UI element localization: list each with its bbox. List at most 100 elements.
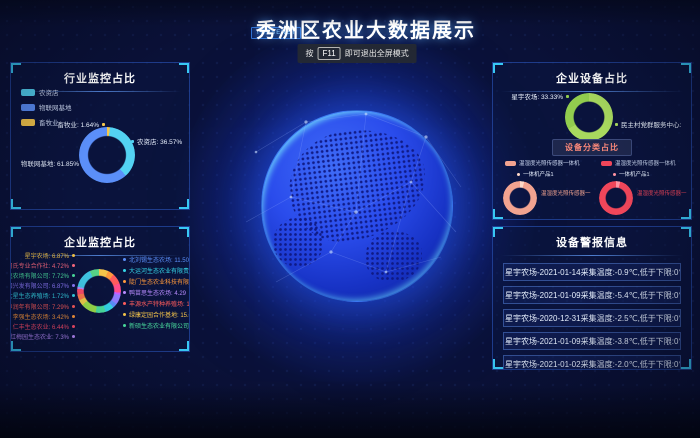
chart-label-text: 畜牧业: 1.64% [57, 119, 99, 129]
enterprise-monitor-panel: 企业监控占比 星宇农场: 6.87% 秀洲周氏专业合作社: 4.72% 家庭农场… [10, 226, 190, 352]
alarm-text: 星宇农场-2021-01-09采集温度:-5.4℃,低于下限:0℃ [505, 291, 681, 300]
label-dot [82, 162, 85, 165]
label-dot [123, 258, 126, 261]
panel-title: 行业监控占比 [11, 63, 189, 86]
legend-label: 温湿度光照传感器一体机 [519, 159, 580, 167]
chart-label: 七星生态养殖场: 1.72% [13, 291, 75, 301]
label-dot [123, 324, 126, 327]
enterprise-left-labels: 星宇农场: 6.87% 秀洲周氏专业合作社: 4.72% 家庭农场有限公司: 7… [13, 250, 75, 342]
legend-swatch [21, 104, 35, 111]
alarm-row: 星宇农场-2020-12-31采集温度:-2.5℃,低于下限:0℃ [503, 309, 681, 327]
chart-label-text: 中润年有限公司: 7.29% [10, 302, 69, 311]
alarm-row: 星宇农场-2021-01-09采集温度:-3.8℃,低于下限:0℃ [503, 332, 681, 350]
chart-label-text: 物联网基地: 61.85% [21, 158, 79, 168]
industry-monitor-panel: 行业监控占比 农资店 物联网基地 畜牧业 畜牧业 [10, 62, 190, 210]
legend-item[interactable]: 温湿度光照传感器一体机 [505, 159, 595, 167]
chart-label-text: 仁丰生态农业: 6.44% [13, 322, 69, 331]
chart-label-text: 民主村党群服务中心: [621, 119, 681, 129]
alarm-text: 星宇农场-2021-01-14采集温度:-0.9℃,低于下限:0℃ [505, 268, 681, 277]
chart-label: 仁丰生态农业: 6.44% [13, 321, 75, 331]
chart-label: 畜牧业: 1.64% [19, 119, 105, 129]
panel-title: 设备警报信息 [493, 227, 691, 250]
chart-label: 中润年有限公司: 7.29% [13, 301, 75, 311]
tip-suffix: 即可退出全屏模式 [345, 48, 409, 59]
alarm-text: 星宇农场-2021-01-09采集温度:-3.8℃,低于下限:0℃ [505, 337, 681, 346]
chart-label-text: 星宇农场: 6.87% [25, 251, 69, 260]
label-dot [72, 315, 75, 318]
label-dot [566, 95, 569, 98]
device-class-title: 设备分类占比 [552, 139, 632, 156]
label-dot [615, 123, 618, 126]
label-dot [72, 254, 75, 257]
chart-label: 丰源水产特种养殖场: 1. [123, 298, 189, 309]
label-dot [72, 264, 75, 267]
chart-label: 物联网基地: 61.85% [13, 158, 85, 168]
chart-label-text: 新硕生态农业有限公司: 6.87% [129, 321, 189, 330]
label-dot [72, 305, 75, 308]
label-dot [517, 173, 520, 176]
device-class-chart-group: 温湿度光照传感器一体机 一体机产品1 温湿度光照传感器一 [595, 157, 691, 215]
globe [261, 110, 453, 302]
device-class-chart-group: 温湿度光照传感器一体机 一体机产品1 温湿度光照传感器一 [499, 157, 595, 215]
label-dot [123, 269, 126, 272]
alarm-row: 星宇农场-2021-01-14采集温度:-0.9℃,低于下限:0℃ [503, 263, 681, 281]
chart-label: 鸭苗思生态农场: 4.29 [123, 287, 189, 298]
chart-label: 家庭农场有限公司: 7.72% [13, 270, 75, 280]
label-dot [72, 335, 75, 338]
enterprise-donut-chart[interactable] [77, 269, 121, 313]
chart-label: 红梅园生态农业: 7.3% [13, 332, 75, 342]
legend-item[interactable]: 农资店 [21, 87, 72, 97]
chart-label-text: 北刘锡生态农场: 11.50% [129, 255, 189, 264]
label-dot [123, 291, 126, 294]
device-donut-chart[interactable] [565, 93, 613, 141]
alarm-row: 星宇农场-2021-01-09采集温度:-5.4℃,低于下限:0℃ [503, 286, 681, 304]
label-dot [123, 313, 126, 316]
chart-label-text: 家庭农场有限公司: 7.72% [10, 271, 69, 280]
chart-label: 国兴发有限公司: 6.87% [13, 281, 75, 291]
f11-key-badge: F11 [318, 47, 341, 60]
legend-item[interactable]: 温湿度光照传感器一体机 [601, 159, 691, 167]
legend-swatch [601, 161, 612, 166]
device-class-donut-right[interactable] [599, 181, 633, 215]
globe-continents [365, 231, 422, 282]
device-class-donut-left[interactable] [503, 181, 537, 215]
panel-title: 企业设备占比 [493, 63, 691, 86]
tip-prefix: 按 [306, 48, 314, 59]
device-ratio-panel: 企业设备占比 星宇农场: 33.33% 民主村党群服务中心: 设备分类占比 温湿… [492, 62, 692, 220]
legend-swatch [21, 89, 35, 96]
enterprise-right-labels: 北刘锡生态农场: 11.50% 大运河生态农业有限责任公 陡门生态农业科技有限公… [123, 254, 189, 331]
alarm-text: 星宇农场-2020-12-31采集温度:-2.5℃,低于下限:0℃ [505, 314, 681, 323]
legend-item[interactable]: 物联网基地 [21, 102, 72, 112]
device-alarm-panel: 设备警报信息 星宇农场-2021-01-14采集温度:-0.9℃,低于下限:0℃… [492, 226, 692, 370]
chart-label-text: 一体机产品1 [619, 170, 650, 178]
chart-label-text: 七星生态养殖场: 1.72% [10, 291, 69, 300]
legend-swatch [505, 161, 516, 166]
chart-label: 陡门生态农业科技有限公 [123, 276, 189, 287]
chart-label-text: 温湿度光照传感器一 [637, 189, 691, 197]
industry-donut-chart[interactable] [79, 127, 135, 183]
chart-label-text: 大运河生态农业有限责任公 [129, 266, 189, 275]
chart-label-text: 一体机产品1 [523, 170, 554, 178]
chart-label-text: 温湿度光照传感器一 [541, 189, 595, 197]
chart-label: 农资店: 36.57% [131, 136, 182, 146]
legend-label: 温湿度光照传感器一体机 [615, 159, 676, 167]
chart-label: 秀洲周氏专业合作社: 4.72% [13, 260, 75, 270]
chart-label-text: 红梅园生态农业: 7.3% [10, 332, 69, 341]
chart-label-text: 陡门生态农业科技有限公 [129, 277, 189, 286]
alarm-text: 星宇农场-2021-01-02采集温度:-2.0℃,低于下限:0℃ [505, 360, 681, 369]
chart-label: 大运河生态农业有限责任公 [123, 265, 189, 276]
chart-label: 北刘锡生态农场: 11.50% [123, 254, 189, 265]
chart-label-text: 李强生态农场: 3.42% [13, 312, 69, 321]
chart-label: 星宇农场: 33.33% [501, 91, 569, 101]
globe-continents [273, 217, 322, 266]
chart-label: 绿康定园合作基地: 15.02% [123, 309, 189, 320]
chart-label: 民主村党群服务中心: [615, 119, 687, 129]
device-class-charts: 温湿度光照传感器一体机 一体机产品1 温湿度光照传感器一 温湿度光照传感器一体机… [499, 157, 691, 215]
legend-label: 农资店 [39, 87, 59, 97]
page-title: 秀洲区农业大数据展示 [16, 14, 700, 43]
chart-label-text: 丰源水产特种养殖场: 1. [129, 299, 189, 308]
title-separator [501, 255, 683, 256]
label-dot [123, 280, 126, 283]
label-dot [131, 140, 134, 143]
panel-title: 企业监控占比 [11, 227, 189, 250]
